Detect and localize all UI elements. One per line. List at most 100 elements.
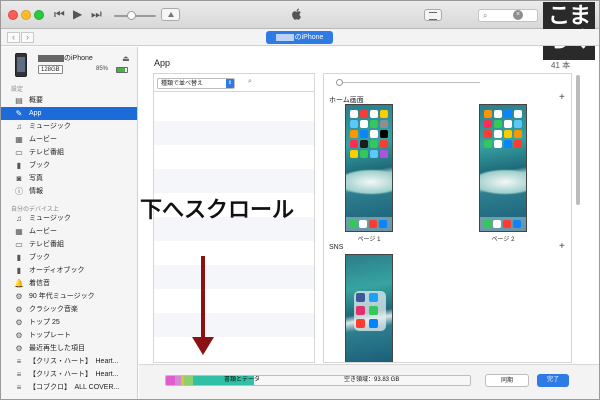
sidebar-settings-item[interactable]: ▦ ムービー xyxy=(0,133,137,146)
sidebar-item-icon: ⚙ xyxy=(15,305,23,314)
sidebar-item-icon: ▮ xyxy=(16,266,22,275)
app-count: 41 本 xyxy=(551,61,571,70)
wallpaper-wave xyxy=(480,169,526,195)
redacted-device-owner xyxy=(38,54,64,62)
page-2-caption: ページ 2 xyxy=(491,237,515,243)
sidebar-item-label: 情報 xyxy=(29,188,43,195)
navigation-bar: ‹ › のiPhone xyxy=(0,29,600,46)
sidebar-on-device-item[interactable]: ⚙ クラシック音楽 xyxy=(0,303,137,316)
sidebar-item-icon: ≡ xyxy=(16,383,22,392)
sns-page[interactable] xyxy=(345,254,393,362)
settings-section-heading: 設定 xyxy=(11,87,24,93)
wallpaper-wave xyxy=(346,169,392,195)
sidebar-item-label: ミュージック xyxy=(29,215,71,222)
sidebar-settings-item[interactable]: ♫ ミュージック xyxy=(0,120,137,133)
sidebar-item-label: テレビ番組 xyxy=(29,241,64,248)
sidebar-item-label: 最近再生した項目 xyxy=(29,345,85,352)
storage-capacity-bar: 書類とデータ 空き領域：93.83 GB xyxy=(165,375,471,386)
redacted-device-owner xyxy=(275,33,294,41)
sidebar-item-icon: ≡ xyxy=(16,357,22,366)
home-screen-page-1[interactable] xyxy=(345,104,393,232)
sidebar-on-device-item[interactable]: ▭ テレビ番組 xyxy=(0,238,137,251)
sidebar-on-device-item[interactable]: ≡ 【コブクロ】 ALL COVER... xyxy=(0,381,137,394)
home-screen-page-2[interactable] xyxy=(479,104,527,232)
sidebar-settings-item[interactable]: ▮ ブック xyxy=(0,159,137,172)
sidebar-on-device-item[interactable]: ⚙ 最近再生した項目 xyxy=(0,342,137,355)
sidebar-item-label: 【クリス・ハート】 Heart... xyxy=(29,358,119,365)
home-screen-pane[interactable]: ホーム画面 + ページ 1 ページ 2 SNS + xyxy=(323,73,572,363)
sidebar-on-device-item[interactable]: ♫ ミュージック xyxy=(0,212,137,225)
sidebar-item-icon: ≡ xyxy=(16,370,22,379)
close-window-button[interactable] xyxy=(8,10,18,20)
forward-arrow-icon[interactable]: › xyxy=(21,32,34,43)
sidebar-item-label: トップ 25 xyxy=(29,319,60,326)
app-folder[interactable] xyxy=(354,291,386,331)
add-page-icon[interactable]: + xyxy=(559,93,565,103)
clear-search-icon[interactable]: × xyxy=(513,10,523,20)
minimize-window-button[interactable] xyxy=(21,10,31,20)
add-page-icon[interactable]: + xyxy=(559,242,565,252)
back-arrow-icon[interactable]: ‹ xyxy=(7,32,20,43)
device-pill-label: のiPhone xyxy=(294,34,324,41)
dock xyxy=(346,217,392,231)
storage-segment-other xyxy=(175,376,181,385)
sort-dropdown[interactable]: 種類で並べ替え ⇕ xyxy=(157,78,235,89)
airplay-icon[interactable] xyxy=(161,8,180,21)
sidebar-on-device-item[interactable]: ▦ ムービー xyxy=(0,225,137,238)
sidebar-settings-item[interactable]: ✎ App xyxy=(0,107,137,120)
sidebar-on-device-item[interactable]: ≡ 【クリス・ハート】 Heart... xyxy=(0,368,137,381)
sort-bar: 種類で並べ替え ⇕ ⌕ xyxy=(154,74,314,92)
rewind-icon[interactable]: ⏮ xyxy=(54,8,65,20)
list-view-button[interactable] xyxy=(424,9,442,21)
done-button[interactable]: 完了 xyxy=(537,374,569,387)
sidebar-settings-item[interactable]: ▭ テレビ番組 xyxy=(0,146,137,159)
sidebar-item-label: 概要 xyxy=(29,97,43,104)
sidebar-item-label: ブック xyxy=(29,162,50,169)
sidebar-item-label: 【コブクロ】 ALL COVER... xyxy=(29,384,120,391)
battery-percent: 85% xyxy=(96,66,109,72)
page-title: App xyxy=(154,58,171,68)
sidebar-item-icon: ♫ xyxy=(16,122,22,131)
sidebar-on-device-item[interactable]: ▮ ブック xyxy=(0,251,137,264)
sidebar-item-icon: ✎ xyxy=(15,109,23,118)
sidebar-item-label: 写真 xyxy=(29,175,43,182)
dock xyxy=(480,217,526,231)
sidebar: のiPhone 128GB 85% ⏏ 設定 ▤ 概要 ✎ App ♫ ミュージック ▦ ムー… xyxy=(0,47,138,400)
device-name: のiPhone xyxy=(38,53,93,63)
sidebar-on-device-item[interactable]: ⚙ トップレート xyxy=(0,329,137,342)
zoom-slider-knob[interactable] xyxy=(336,79,343,86)
sidebar-item-label: ミュージック xyxy=(29,123,71,130)
sidebar-on-device-item[interactable]: ▮ オーディオブック xyxy=(0,264,137,277)
device-capacity-badge: 128GB xyxy=(38,65,63,74)
storage-apps-label: 書類とデータ xyxy=(224,377,261,383)
down-arrow-icon xyxy=(192,337,214,355)
sidebar-on-device-item[interactable]: ⚙ 90 年代ミュージック xyxy=(0,290,137,303)
sidebar-item-icon: ▭ xyxy=(15,148,23,157)
sidebar-on-device-item[interactable]: ≡ 【クリス・ハート】 Heart... xyxy=(0,355,137,368)
itunes-window: ⏮ ▶ ⏭ ⌕ × こまろく ‹ › のiPhone のiPhone 128GB… xyxy=(0,0,600,400)
device-button[interactable]: のiPhone xyxy=(266,31,333,44)
eject-icon[interactable]: ⏏ xyxy=(122,54,130,63)
iphone-icon xyxy=(15,53,27,77)
list-row xyxy=(154,313,314,337)
sync-button[interactable]: 同期 xyxy=(485,374,529,387)
zoom-slider[interactable] xyxy=(340,82,480,83)
sidebar-item-icon: ▭ xyxy=(15,240,23,249)
play-icon[interactable]: ▶ xyxy=(73,8,82,20)
zoom-window-button[interactable] xyxy=(34,10,44,20)
vertical-scrollbar[interactable] xyxy=(575,73,581,363)
search-icon[interactable]: ⌕ xyxy=(248,78,254,85)
sidebar-on-device-item[interactable]: ⚙ トップ 25 xyxy=(0,316,137,329)
battery-icon xyxy=(116,67,128,73)
sidebar-on-device-item[interactable]: 🔔 着信音 xyxy=(0,277,137,290)
sidebar-settings-item[interactable]: ◙ 写真 xyxy=(0,172,137,185)
sort-dropdown-label: 種類で並べ替え xyxy=(161,81,204,87)
sidebar-settings-item[interactable]: ▤ 概要 xyxy=(0,94,137,107)
sidebar-settings-item[interactable]: ⓘ 情報 xyxy=(0,185,137,198)
sidebar-item-label: トップレート xyxy=(29,332,71,339)
search-field[interactable]: ⌕ xyxy=(478,9,538,22)
volume-slider-knob[interactable] xyxy=(127,11,136,20)
scrollbar-thumb[interactable] xyxy=(576,75,580,205)
list-row xyxy=(154,121,314,145)
fast-forward-icon[interactable]: ⏭ xyxy=(91,8,102,20)
